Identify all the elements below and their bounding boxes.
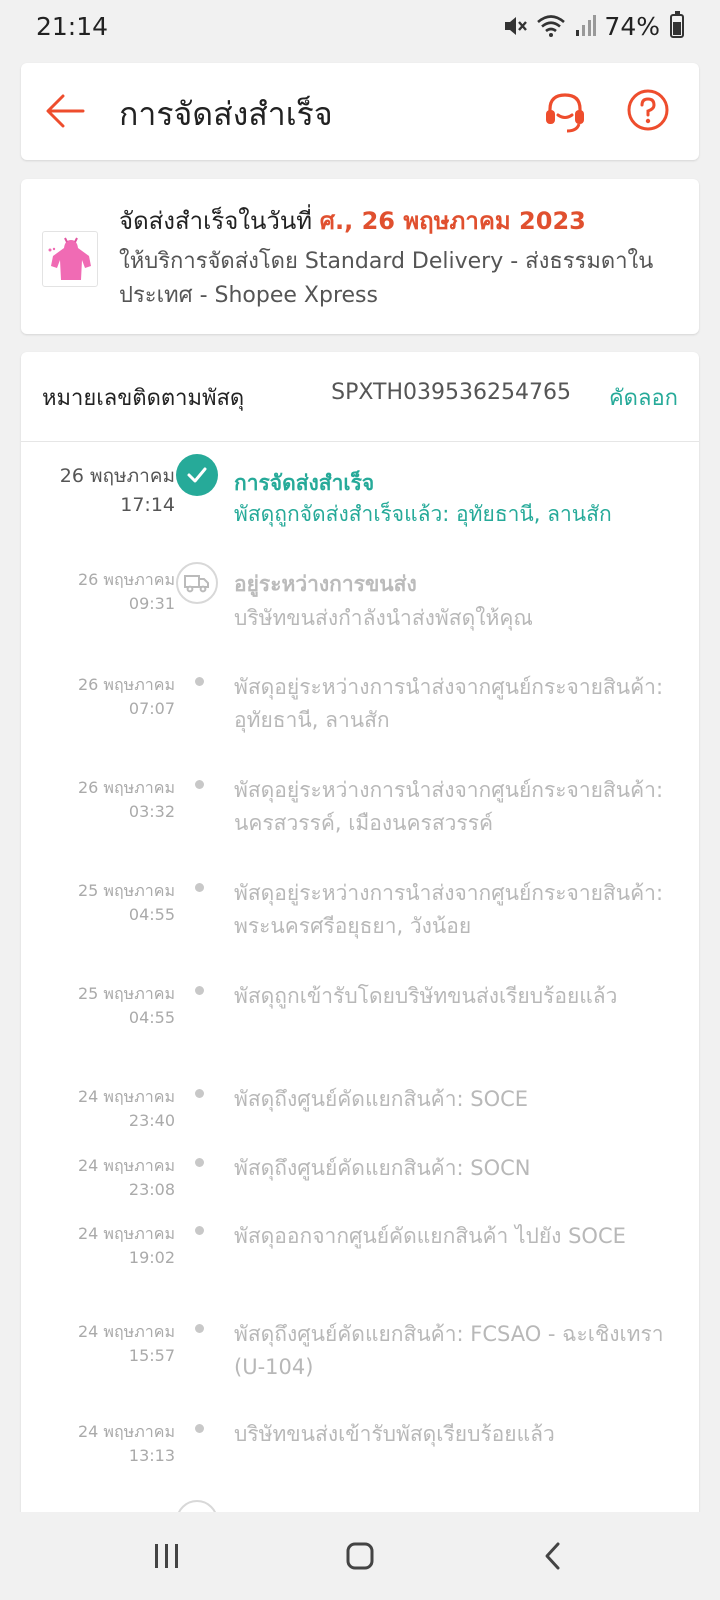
timeline-dot [195,883,204,892]
event-date: 24 พฤษภาคม 13:13 [78,1420,175,1468]
tracking-card: หมายเลขติดตามพัสดุ SPXTH039536254765 คัด… [21,352,699,1512]
timeline-dot [195,986,204,995]
event-description: พัสดุถูกเข้ารับโดยบริษัทขนส่งเรียบร้อยแล… [234,984,618,1008]
product-thumbnail[interactable] [42,231,98,287]
timeline-dot [195,780,204,789]
timeline-dot [195,1424,204,1433]
event-time: 13:13 [128,1446,175,1465]
timeline-dot [195,1089,204,1098]
event-description: พัสดุอยู่ระหว่างการนำส่งจากศูนย์กระจายสิ… [234,881,664,938]
event-description: พัสดุถึงศูนย์คัดแยกสินค้า: SOCN [234,1156,531,1180]
event-date: 26 พฤษภาคม 03:32 [78,776,175,824]
event-description: พัสดุออกจากศูนย์คัดแยกสินค้า ไปยัง SOCE [234,1224,626,1248]
event-time: 23:08 [128,1180,175,1199]
nav-back-button[interactable] [523,1526,583,1586]
back-button[interactable] [43,89,87,133]
mute-icon [502,14,528,38]
battery-icon [670,11,684,38]
event-date: 26 พฤษภาคม 09:31 [78,568,175,616]
event-day: 24 พฤษภาคม [77,1224,175,1243]
event-time: 04:55 [128,1008,175,1027]
tracking-number: SPXTH039536254765 [331,380,571,405]
back-arrow-icon [46,94,85,128]
recent-apps-button[interactable] [137,1526,197,1586]
wifi-icon [536,14,566,38]
raincoat-image [48,237,91,280]
event-title: การจัดส่งสำเร็จ [234,471,375,495]
event-description: พัสดุอยู่ระหว่างการนำส่งจากศูนย์กระจายสิ… [234,675,664,732]
event-day: 26 พฤษภาคม [77,675,175,694]
event-date: 25 พฤษภาคม 04:55 [78,879,175,927]
home-icon [346,1542,374,1570]
event-day: 26 พฤษภาคม [77,778,175,797]
headset-icon [546,93,584,133]
event-time: 09:31 [128,594,175,613]
event-day: 24 พฤษภาคม [77,1322,175,1341]
timeline-dot [195,1226,204,1235]
event-day: 25 พฤษภาคม [77,881,175,900]
check-icon [176,454,218,496]
event-day: 24 พฤษภาคม [77,1156,175,1175]
system-nav-bar [0,1512,720,1600]
event-date: 24 พฤษภาคม 23:40 [78,1085,175,1133]
event-description: พัสดุอยู่ระหว่างการนำส่งจากศูนย์กระจายสิ… [234,778,664,835]
header-bar: การจัดส่งสำเร็จ [21,63,699,160]
recent-apps-icon [154,1544,178,1568]
truck-icon [176,562,218,604]
event-date: 26 พฤษภาคม 07:07 [78,673,175,721]
battery-percent: 74% [604,11,660,41]
event-time: 15:57 [128,1346,175,1365]
event-day: 24 พฤษภาคม [77,1422,175,1441]
delivery-summary-card: จัดส่งสำเร็จในวันที่ ศ., 26 พฤษภาคม 2023… [21,179,699,334]
timeline-dot [195,1324,204,1333]
event-day: 25 พฤษภาคม [77,984,175,1003]
event-time: 19:02 [128,1248,175,1267]
delivery-prefix: จัดส่งสำเร็จในวันที่ [119,207,320,235]
timeline-dot [195,1158,204,1167]
event-title: อยู่ระหว่างการขนส่ง [234,572,417,596]
status-icons: 74% [502,11,684,41]
event-description: บริษัทขนส่งเข้ารับพัสดุเรียบร้อยแล้ว [234,1422,555,1446]
event-time: 03:32 [128,802,175,821]
delivery-date-line: จัดส่งสำเร็จในวันที่ ศ., 26 พฤษภาคม 2023 [119,201,586,240]
event-description: พัสดุถึงศูนย์คัดแยกสินค้า: SOCE [234,1087,529,1111]
timeline-dot [195,677,204,686]
back-icon [545,1542,560,1570]
help-icon [627,89,669,131]
event-description: บริษัทขนส่งกำลังนำส่งพัสดุให้คุณ [234,606,533,630]
event-time: 07:07 [128,699,175,718]
help-button[interactable] [625,87,671,133]
event-date: 25 พฤษภาคม 04:55 [78,982,175,1030]
event-date: 26 พฤษภาคม 17:14 [60,462,175,520]
delivery-date: ศ., 26 พฤษภาคม 2023 [319,207,586,235]
tracking-label: หมายเลขติดตามพัสดุ [42,386,245,411]
copy-button[interactable]: คัดลอก [609,380,678,415]
chat-support-button[interactable] [541,87,589,135]
battery-level-fill [673,21,681,35]
event-description: พัสดุถึงศูนย์คัดแยกสินค้า: FCSAO - ฉะเชิ… [234,1322,664,1379]
tracking-header: หมายเลขติดตามพัสดุ SPXTH039536254765 คัด… [21,352,699,442]
page-title: การจัดส่งสำเร็จ [119,95,333,133]
event-time: 17:14 [120,494,175,516]
event-time: 04:55 [128,905,175,924]
event-day: 26 พฤษภาคม [59,465,175,487]
event-date: 24 พฤษภาคม 19:02 [78,1222,175,1270]
signal-icon [574,14,597,38]
event-date: 24 พฤษภาคม 15:57 [78,1320,175,1368]
parcel-icon [176,1500,218,1512]
event-day: 24 พฤษภาคม [77,1087,175,1106]
event-description: พัสดุถูกจัดส่งสำเร็จแล้ว: อุทัยธานี, ลาน… [234,502,612,526]
event-time: 23:40 [128,1111,175,1130]
delivery-provider-text: ให้บริการจัดส่งโดย Standard Delivery - ส… [119,249,654,308]
event-date: 24 พฤษภาคม 23:08 [78,1154,175,1202]
event-day: 26 พฤษภาคม [77,570,175,589]
status-time: 21:14 [36,11,109,41]
home-button[interactable] [330,1526,390,1586]
status-bar: 21:14 74% [0,0,720,52]
